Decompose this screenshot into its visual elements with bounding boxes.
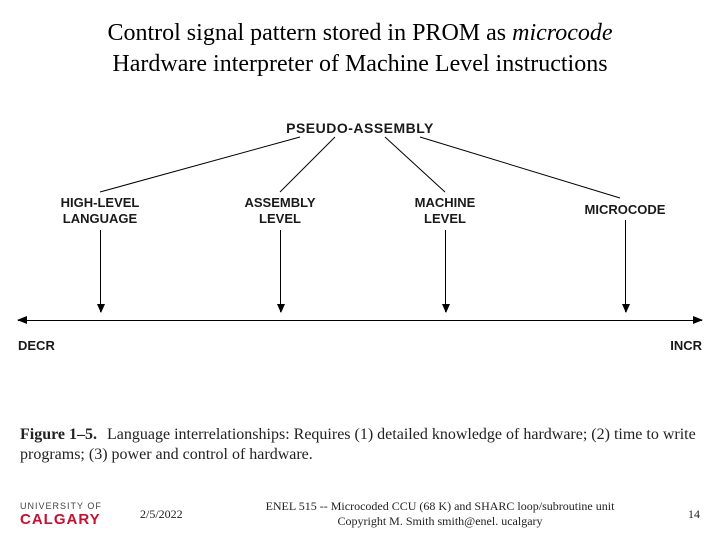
caption-text: Language interrelationships: Requires (1… xyxy=(20,426,696,463)
language-diagram: PSEUDO-ASSEMBLY HIGH-LEVEL LANGUAGE ASSE… xyxy=(0,120,720,380)
horizontal-axis xyxy=(18,320,702,321)
axis-left-label: DECR xyxy=(18,338,55,353)
page-number: 14 xyxy=(670,507,700,522)
title-line-1: Control signal pattern stored in PROM as… xyxy=(10,18,710,49)
arrow-down-icon xyxy=(445,230,446,312)
axis-right-label: INCR xyxy=(670,338,702,353)
footer-date: 2/5/2022 xyxy=(140,507,210,522)
title-line-2: Hardware interpreter of Machine Level in… xyxy=(10,49,710,80)
diagram-lines xyxy=(0,120,720,330)
footer-line: Copyright M. Smith smith@enel. ucalgary xyxy=(210,514,670,530)
title-text-italic: microcode xyxy=(512,20,612,46)
slide-footer: UNIVERSITY OF CALGARY 2/5/2022 ENEL 515 … xyxy=(0,499,720,530)
footer-line: ENEL 515 -- Microcoded CCU (68 K) and SH… xyxy=(210,499,670,515)
university-logo: UNIVERSITY OF CALGARY xyxy=(20,501,140,528)
title-text-a: Control signal pattern stored in PROM as xyxy=(107,20,512,46)
logo-text-top: UNIVERSITY OF xyxy=(20,501,140,511)
slide-title: Control signal pattern stored in PROM as… xyxy=(0,0,720,90)
arrow-down-icon xyxy=(625,220,626,312)
figure-number: Figure 1–5. xyxy=(20,426,97,443)
arrow-down-icon xyxy=(280,230,281,312)
footer-center: ENEL 515 -- Microcoded CCU (68 K) and SH… xyxy=(210,499,670,530)
figure-caption: Figure 1–5.Language interrelationships: … xyxy=(20,425,710,465)
logo-text-bottom: CALGARY xyxy=(20,511,140,528)
arrow-down-icon xyxy=(100,230,101,312)
